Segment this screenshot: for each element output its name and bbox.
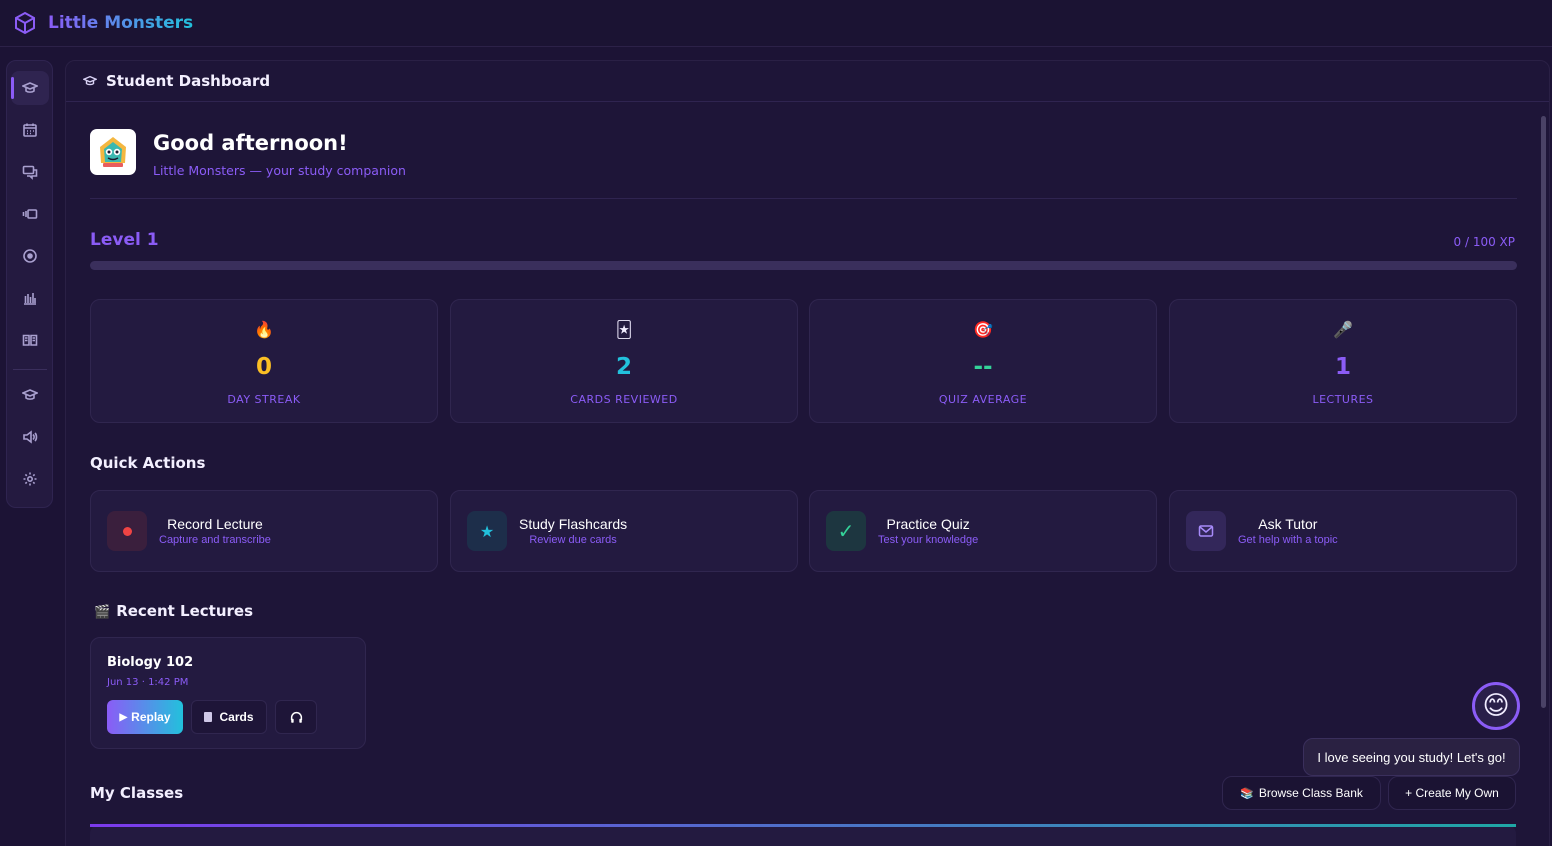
recent-lectures-title: Recent Lectures	[116, 602, 254, 620]
target-icon	[23, 249, 37, 263]
book-icon	[22, 334, 38, 346]
cards-icon: 🃏	[615, 320, 633, 339]
lecture-card[interactable]: Biology 102 Jun 13 · 1:42 PM ▶ Replay Car…	[90, 637, 366, 749]
replay-button[interactable]: ▶ Replay	[107, 700, 183, 734]
lecture-date: Jun 13 · 1:42 PM	[107, 677, 189, 688]
play-icon: ▶	[119, 711, 128, 723]
bar-chart-icon	[24, 293, 36, 305]
cards-button[interactable]: Cards	[191, 700, 267, 734]
action-label: Practice Quiz	[886, 516, 970, 532]
mascot-avatar[interactable]: 😊	[1472, 682, 1520, 730]
cards-label: Cards	[219, 710, 254, 724]
speaker-icon	[23, 430, 38, 444]
stat-label: QUIZ AVERAGE	[938, 393, 1028, 406]
graduation-cap-icon	[22, 389, 38, 400]
action-subtitle: Get help with a topic	[1238, 534, 1338, 546]
practice-quiz-button[interactable]: ✓ Practice Quiz Test your knowledge	[809, 490, 1157, 572]
sidebar-item-chat[interactable]	[11, 155, 49, 189]
study-flashcards-button[interactable]: ★ Study Flashcards Review due cards	[450, 490, 798, 572]
sidebar	[6, 60, 53, 508]
stat-value: --	[973, 354, 993, 380]
stat-card-cards: 🃏 2 CARDS REVIEWED	[450, 299, 798, 423]
scrollbar[interactable]	[1541, 116, 1546, 708]
stat-card-streak: 🔥 0 DAY STREAK	[90, 299, 438, 423]
sidebar-item-library[interactable]	[11, 323, 49, 357]
browse-class-bank-button[interactable]: 📚 Browse Class Bank	[1222, 776, 1381, 810]
action-label: Study Flashcards	[519, 516, 628, 532]
xp-progress-bar	[90, 261, 1517, 270]
sidebar-item-dashboard[interactable]	[11, 71, 49, 105]
create-class-button[interactable]: + Create My Own	[1388, 776, 1516, 810]
stat-value: 1	[1334, 354, 1351, 380]
cube-logo-icon	[15, 11, 35, 35]
microphone-icon: 🎤	[1333, 320, 1353, 339]
stat-card-quiz: 🎯 -- QUIZ AVERAGE	[809, 299, 1157, 423]
sidebar-divider	[13, 369, 47, 370]
panel-header: Student Dashboard	[66, 61, 1549, 102]
mascot-speech-bubble: I love seeing you study! Let's go!	[1303, 738, 1520, 776]
top-bar: Little Monsters	[0, 0, 1552, 47]
target-icon: 🎯	[973, 320, 993, 339]
sidebar-item-settings[interactable]	[11, 462, 49, 496]
action-subtitle: Capture and transcribe	[159, 534, 271, 546]
sidebar-item-stats[interactable]	[11, 281, 49, 315]
action-label: Record Lecture	[167, 516, 263, 532]
browse-label: Browse Class Bank	[1258, 786, 1363, 800]
app-name[interactable]: Little Monsters	[48, 13, 193, 33]
action-label: Ask Tutor	[1258, 516, 1318, 532]
my-classes-title: My Classes	[90, 784, 184, 802]
stat-value: 0	[255, 354, 272, 380]
headphones-icon	[290, 711, 302, 723]
stat-label: CARDS REVIEWED	[570, 393, 678, 406]
calendar-icon	[23, 123, 37, 137]
greeting-title: Good afternoon!	[153, 131, 348, 155]
class-card[interactable]	[90, 824, 1516, 846]
replay-label: Replay	[131, 710, 171, 724]
greeting: Good afternoon! Little Monsters — your s…	[90, 129, 406, 178]
sidebar-item-quiz[interactable]	[11, 239, 49, 273]
stat-label: LECTURES	[1312, 393, 1374, 406]
action-subtitle: Review due cards	[529, 534, 617, 546]
books-icon: 📚	[1240, 787, 1254, 800]
divider	[90, 198, 1517, 199]
xp-counter: 0 / 100 XP	[1453, 235, 1515, 249]
graduation-cap-icon	[83, 75, 97, 86]
smiley-icon: 😊	[1482, 691, 1510, 721]
stat-value: 2	[615, 354, 632, 380]
stat-label: DAY STREAK	[227, 393, 301, 406]
fire-icon: 🔥	[254, 320, 274, 339]
create-label: + Create My Own	[1405, 786, 1499, 800]
monster-mascot-icon	[100, 137, 126, 167]
record-lecture-button[interactable]: Record Lecture Capture and transcribe	[90, 490, 438, 572]
check-icon: ✓	[826, 511, 866, 551]
cards-icon	[204, 712, 213, 722]
sidebar-item-classes[interactable]	[11, 378, 49, 412]
page-title: Student Dashboard	[106, 72, 271, 90]
star-icon: ★	[467, 511, 507, 551]
sidebar-item-flashcards[interactable]	[11, 197, 49, 231]
listen-button[interactable]	[275, 700, 317, 734]
quick-actions-title: Quick Actions	[90, 454, 206, 472]
ask-tutor-button[interactable]: Ask Tutor Get help with a topic	[1169, 490, 1517, 572]
mail-icon	[1186, 511, 1226, 551]
stat-card-lectures: 🎤 1 LECTURES	[1169, 299, 1517, 423]
recent-lectures-heading: 🎬 Recent Lectures	[94, 602, 253, 620]
clapperboard-icon: 🎬	[94, 605, 111, 620]
graduation-cap-icon	[22, 82, 38, 93]
record-icon	[107, 511, 147, 551]
gear-icon	[23, 472, 37, 486]
chat-icon	[22, 165, 38, 180]
main-panel: Student Dashboard Good afternoon! Little…	[65, 60, 1550, 846]
level-label: Level 1	[90, 230, 159, 250]
action-subtitle: Test your knowledge	[878, 534, 979, 546]
avatar	[90, 129, 136, 175]
sidebar-item-calendar[interactable]	[11, 113, 49, 147]
sidebar-item-audio[interactable]	[11, 420, 49, 454]
cards-icon	[22, 209, 38, 219]
lecture-title: Biology 102	[107, 655, 194, 670]
greeting-subtitle: Little Monsters — your study companion	[153, 163, 406, 178]
